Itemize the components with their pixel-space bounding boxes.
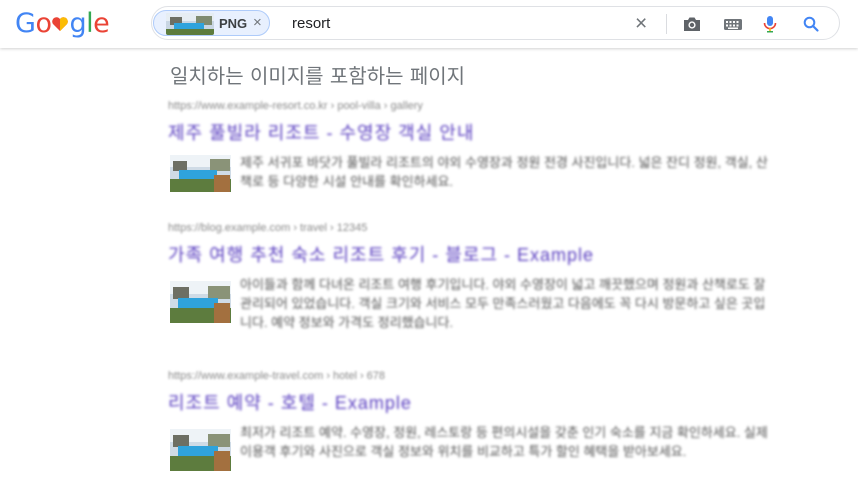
search-query[interactable]: resort — [292, 15, 330, 32]
image-query-chip[interactable]: PNG × — [153, 10, 270, 36]
heart-icon — [51, 15, 69, 33]
result-url[interactable]: https://www.example-resort.co.kr › pool-… — [168, 100, 768, 112]
top-bar: Go gle PNG × resort × — [0, 0, 858, 48]
search-icon[interactable] — [800, 13, 822, 35]
keyboard-icon[interactable] — [722, 13, 744, 35]
search-result: https://www.example-resort.co.kr › pool-… — [168, 100, 768, 217]
search-result: https://www.example-travel.com › hotel ›… — [168, 370, 768, 487]
result-title[interactable]: 가족 여행 추천 숙소 리조트 후기 - 블로그 - Example — [168, 241, 768, 267]
result-thumbnail[interactable] — [170, 155, 231, 192]
search-result: https://blog.example.com › travel › 1234… — [168, 222, 768, 339]
result-thumbnail[interactable] — [170, 429, 231, 471]
result-snippet: 최저가 리조트 예약. 수영장, 정원, 레스토랑 등 편의시설을 갖춘 인기 … — [240, 425, 768, 459]
chip-thumbnail — [166, 13, 214, 35]
google-logo[interactable]: Go gle — [15, 8, 110, 39]
result-title[interactable]: 리조트 예약 - 호텔 - Example — [168, 389, 768, 415]
result-snippet: 제주 서귀포 바닷가 풀빌라 리조트의 야외 수영장과 정원 전경 사진입니다.… — [240, 155, 768, 189]
chip-label: PNG — [219, 16, 248, 31]
section-heading: 일치하는 이미지를 포함하는 페이지 — [170, 64, 466, 88]
search-box[interactable]: PNG × resort × — [151, 6, 840, 40]
clear-search-icon[interactable]: × — [635, 12, 647, 36]
result-url[interactable]: https://blog.example.com › travel › 1234… — [168, 222, 768, 234]
mic-icon[interactable] — [759, 13, 781, 35]
result-url[interactable]: https://www.example-travel.com › hotel ›… — [168, 370, 768, 382]
result-snippet: 아이들과 함께 다녀온 리조트 여행 후기입니다. 야외 수영장이 넓고 깨끗했… — [240, 277, 766, 330]
chip-remove-icon[interactable]: × — [253, 14, 262, 31]
camera-icon[interactable] — [681, 13, 703, 35]
result-thumbnail[interactable] — [170, 281, 231, 323]
search-divider — [666, 14, 667, 34]
result-title[interactable]: 제주 풀빌라 리조트 - 수영장 객실 안내 — [168, 119, 768, 145]
